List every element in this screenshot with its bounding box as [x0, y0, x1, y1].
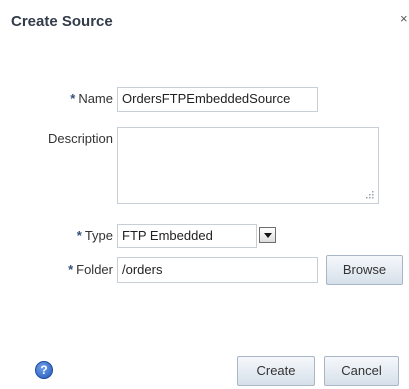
chevron-down-icon[interactable] — [259, 227, 276, 243]
folder-field[interactable]: /orders — [117, 257, 318, 283]
folder-field-value: /orders — [122, 262, 163, 277]
help-icon[interactable]: ? — [35, 361, 53, 379]
description-label: Description — [47, 131, 113, 146]
description-field[interactable] — [117, 127, 379, 204]
name-field-value: OrdersFTPEmbeddedSource — [122, 91, 291, 106]
type-label: * Type — [76, 228, 113, 243]
name-label: * Name — [70, 91, 113, 106]
type-select[interactable]: FTP Embedded — [117, 224, 257, 248]
browse-button[interactable]: Browse — [326, 255, 403, 285]
cancel-button[interactable]: Cancel — [324, 356, 399, 386]
required-marker: * — [68, 262, 74, 277]
create-source-dialog: Create Source × * Name OrdersFTPEmbeddedS… — [0, 0, 409, 389]
required-marker: * — [70, 91, 76, 106]
create-button[interactable]: Create — [237, 356, 315, 386]
folder-label: * Folder — [68, 262, 113, 277]
type-select-value: FTP Embedded — [122, 228, 213, 243]
required-marker: * — [76, 228, 82, 243]
dialog-title: Create Source — [11, 13, 113, 30]
name-field[interactable]: OrdersFTPEmbeddedSource — [117, 87, 318, 112]
close-icon[interactable]: × — [400, 12, 408, 26]
resize-grip-icon[interactable] — [365, 190, 374, 199]
